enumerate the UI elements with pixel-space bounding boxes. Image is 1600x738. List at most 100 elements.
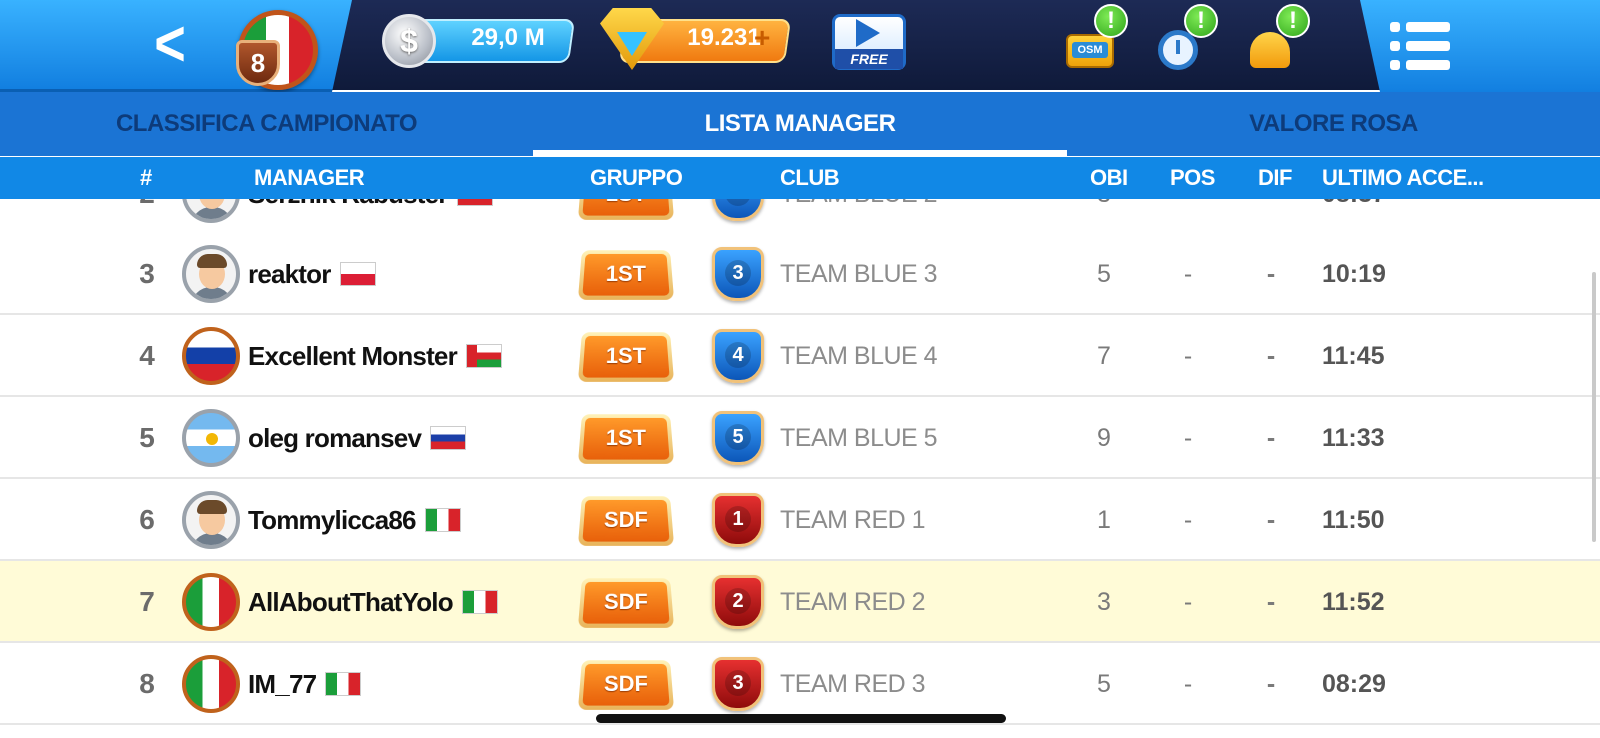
rank: 3: [124, 233, 170, 315]
group-label: 1ST: [582, 418, 669, 460]
manager-row[interactable]: 6 Tommylicca86 SDF 1 TEAM RED 1 1 - - 11:50: [0, 479, 1600, 561]
column-header: # MANAGER GRUPPO CLUB OBI POS DIF ULTIMO…: [0, 157, 1600, 199]
col-club[interactable]: CLUB: [780, 157, 839, 199]
col-gruppo[interactable]: GRUPPO: [590, 157, 682, 199]
club-shirt-icon: 4: [712, 329, 764, 383]
dif-value: -: [1255, 397, 1287, 479]
tab-lista-manager[interactable]: LISTA MANAGER: [533, 92, 1067, 156]
free-video-label: FREE: [835, 49, 903, 69]
dif-value: -: [1255, 561, 1287, 643]
last-access-value: 10:19: [1322, 233, 1386, 315]
group-badge: 1ST: [578, 250, 674, 300]
manager-name-cell[interactable]: Excellent Monster: [248, 315, 501, 397]
last-access-value: 08:29: [1322, 643, 1386, 725]
col-obi[interactable]: OBI: [1090, 157, 1128, 199]
manager-name: Excellent Monster: [248, 341, 457, 371]
manager-name-cell[interactable]: IM_77: [248, 643, 360, 725]
rank: 4: [124, 315, 170, 397]
pos-value: -: [1172, 397, 1204, 479]
manager-row[interactable]: 3 reaktor 1ST 3 TEAM BLUE 3 5 - - 10:19: [0, 233, 1600, 315]
rank: 5: [124, 397, 170, 479]
tab-classifica-campionato[interactable]: CLASSIFICA CAMPIONATO: [0, 92, 533, 156]
pos-value: -: [1172, 315, 1204, 397]
pos-value: -: [1172, 479, 1204, 561]
manager-avatar[interactable]: [182, 491, 240, 549]
club-name[interactable]: TEAM RED 2: [780, 561, 925, 643]
pos-value: -: [1172, 561, 1204, 643]
app-root: < 8 $ 29,0 M 19.231 + FREE OSM ! ! ! CLA…: [0, 0, 1600, 738]
pos-value: -: [1172, 643, 1204, 725]
group-badge: SDF: [578, 578, 674, 628]
col-last-access[interactable]: ULTIMO ACCE...: [1322, 157, 1484, 199]
country-flag-icon: [426, 509, 460, 531]
last-access-value: 11:50: [1322, 479, 1385, 561]
shirt-number: 2: [725, 588, 751, 614]
bell-icon: [1250, 32, 1290, 68]
free-video-button[interactable]: FREE: [832, 14, 906, 70]
rank: 7: [124, 561, 170, 643]
manager-avatar[interactable]: [182, 327, 240, 385]
obi-value: 3: [1080, 561, 1128, 643]
shirt-number: 3: [725, 670, 751, 696]
last-access-value: 11:33: [1322, 397, 1385, 479]
manager-row[interactable]: 8 IM_77 SDF 3 TEAM RED 3 5 - - 08:29: [0, 643, 1600, 725]
manager-row[interactable]: 7 AllAboutThatYolo SDF 2 TEAM RED 2 3 - - 11:52: [0, 561, 1600, 643]
club-name[interactable]: TEAM BLUE 4: [780, 315, 937, 397]
scrollbar[interactable]: [1592, 272, 1596, 542]
notification-badge: !: [1276, 4, 1310, 38]
col-pos[interactable]: POS: [1170, 157, 1215, 199]
club-name[interactable]: TEAM BLUE 3: [780, 233, 937, 315]
manager-avatar[interactable]: [182, 245, 240, 303]
manager-avatar[interactable]: [182, 655, 240, 713]
dif-value: -: [1255, 643, 1287, 725]
rank: 8: [124, 643, 170, 725]
manager-name: IM_77: [248, 669, 316, 699]
club-name[interactable]: TEAM BLUE 5: [780, 397, 937, 479]
club-name[interactable]: TEAM RED 1: [780, 479, 925, 561]
dif-value: -: [1255, 315, 1287, 397]
manager-name-cell[interactable]: AllAboutThatYolo: [248, 561, 497, 643]
manager-row[interactable]: 4 Excellent Monster 1ST 4 TEAM BLUE 4 7 - - 11:4…: [0, 315, 1600, 397]
col-dif[interactable]: DIF: [1258, 157, 1292, 199]
active-tab-indicator: [533, 150, 1067, 157]
osm-briefcase-label: OSM: [1072, 42, 1108, 58]
tab-valore-rosa[interactable]: VALORE ROSA: [1067, 92, 1600, 156]
group-label: SDF: [582, 500, 669, 542]
group-label: 1ST: [582, 254, 669, 296]
notification-badge: !: [1094, 4, 1128, 38]
col-rank[interactable]: #: [140, 157, 152, 199]
manager-list[interactable]: 2Serzhik Rabuster1ST2TEAM BLUE 23--08:37…: [0, 157, 1600, 738]
manager-name-cell[interactable]: Tommylicca86: [248, 479, 460, 561]
menu-dot: [1390, 60, 1400, 70]
country-flag-icon: [431, 427, 465, 449]
level-badge: 8: [236, 40, 280, 86]
group-label: SDF: [582, 664, 669, 706]
club-shirt-icon: 5: [712, 411, 764, 465]
obi-value: 9: [1080, 397, 1128, 479]
rank: 6: [124, 479, 170, 561]
home-indicator: [596, 714, 1006, 723]
obi-value: 5: [1080, 233, 1128, 315]
obi-value: 5: [1080, 643, 1128, 725]
manager-row[interactable]: 5 oleg romansev 1ST 5 TEAM BLUE 5 9 - - 11:33: [0, 397, 1600, 479]
back-button[interactable]: <: [140, 14, 200, 74]
group-label: SDF: [582, 582, 669, 624]
buy-boss-coins-plus-icon[interactable]: +: [754, 22, 770, 54]
manager-avatar[interactable]: [182, 573, 240, 631]
back-arrow-icon: <: [154, 12, 186, 77]
club-name[interactable]: TEAM RED 3: [780, 643, 925, 725]
group-badge: 1ST: [578, 332, 674, 382]
col-manager[interactable]: MANAGER: [254, 157, 364, 199]
club-shirt-icon: 3: [712, 657, 764, 711]
osm-briefcase-icon: OSM: [1066, 34, 1114, 68]
manager-name: oleg romansev: [248, 423, 421, 453]
manager-avatar[interactable]: [182, 409, 240, 467]
manager-name-cell[interactable]: oleg romansev: [248, 397, 465, 479]
last-access-value: 11:45: [1322, 315, 1385, 397]
menu-line: [1406, 41, 1450, 51]
menu-button[interactable]: [1390, 22, 1450, 70]
manager-name-cell[interactable]: reaktor: [248, 233, 375, 315]
play-icon: [856, 19, 880, 47]
country-flag-icon: [463, 591, 497, 613]
club-shirt-icon: 2: [712, 575, 764, 629]
